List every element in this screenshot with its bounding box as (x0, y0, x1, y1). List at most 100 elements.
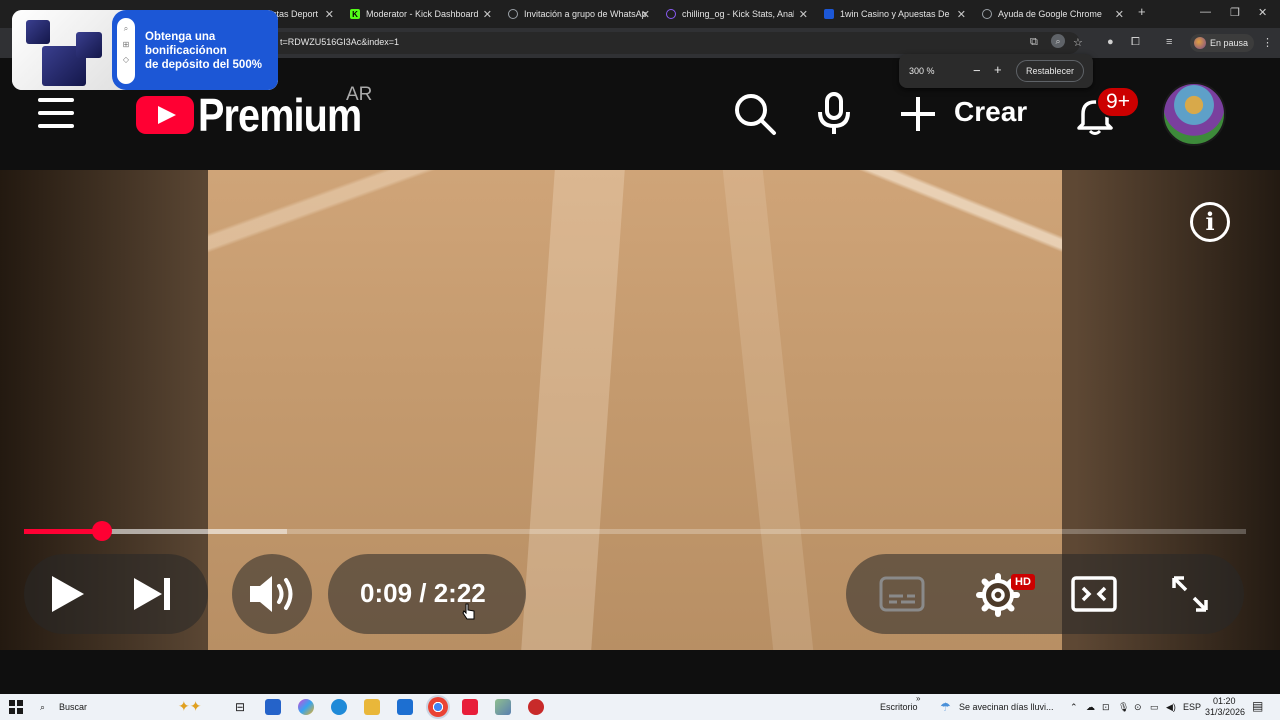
browser-tab[interactable]: stas Deport ✕ (272, 4, 334, 24)
microphone-icon[interactable] (816, 92, 852, 136)
extensions-puzzle-icon[interactable]: ⧠ (1131, 36, 1140, 49)
browser-tab[interactable]: Invitación a grupo de WhatsAp ✕ (508, 4, 650, 24)
tag-icon: ◇ (122, 55, 130, 64)
stats-favicon-icon (666, 9, 676, 19)
tray-chevron-icon[interactable]: ⌃ (1070, 702, 1078, 713)
restore-icon[interactable]: ❐ (1230, 6, 1240, 19)
tab-title: chilling_og - Kick Stats, Analytic (682, 9, 794, 19)
play-icon[interactable] (48, 574, 88, 614)
close-tab-icon[interactable]: ✕ (483, 8, 492, 21)
notifications-icon[interactable]: ▤ (1252, 699, 1263, 713)
subtitles-icon[interactable] (879, 576, 925, 612)
clock-time[interactable]: 01:20 (1213, 696, 1236, 706)
search-icon[interactable]: ⌕ (40, 702, 45, 713)
clock-date[interactable]: 31/3/2026 (1205, 707, 1245, 717)
location-icon[interactable]: ⊙ (1134, 702, 1142, 713)
windows-start-icon[interactable] (8, 699, 24, 715)
ad-line: Obtenga una (145, 31, 216, 43)
account-avatar[interactable] (1162, 82, 1226, 146)
played-bar (24, 529, 103, 534)
tray-icon[interactable]: ⊡ (1102, 702, 1110, 713)
url-text[interactable]: t=RDWZU516GI3Ac&index=1 (280, 37, 399, 47)
zoom-level: 300 % (909, 66, 935, 76)
gift-small-icon: ⊞ (122, 40, 130, 49)
chevron-icon[interactable]: » (916, 694, 920, 703)
create-button[interactable]: Crear (954, 96, 1027, 128)
plus-icon[interactable] (899, 95, 937, 133)
cloud-icon[interactable]: ☁ (1086, 702, 1095, 713)
app-icon[interactable] (495, 699, 511, 715)
progress-bar[interactable] (24, 521, 1246, 541)
browser-menu-icon[interactable]: ⋮ (1262, 36, 1273, 49)
browser-tab[interactable]: 1win Casino y Apuestas Deport ✕ (824, 4, 966, 24)
theater-mode-icon[interactable] (1071, 576, 1117, 612)
edge-browser-icon[interactable] (331, 699, 347, 715)
zoom-icon[interactable]: ⌕ (1051, 34, 1065, 48)
brand-title[interactable]: Premium (198, 88, 362, 142)
zoom-reset-button[interactable]: Restablecer (1016, 60, 1084, 82)
chrome-icon[interactable] (428, 697, 448, 717)
app-icon[interactable] (528, 699, 544, 715)
cursor-hand-icon (462, 603, 475, 620)
close-tab-icon[interactable]: ✕ (799, 8, 808, 21)
notification-badge: 9+ (1096, 86, 1140, 118)
language-indicator[interactable]: ESP (1183, 702, 1201, 712)
tab-title: stas Deport (272, 9, 319, 19)
bookmark-star-icon[interactable]: ☆ (1073, 36, 1083, 49)
globe-icon (982, 9, 992, 19)
youtube-logo-icon[interactable] (136, 96, 194, 134)
reading-list-icon[interactable]: ≡ (1166, 36, 1172, 48)
tab-title: 1win Casino y Apuestas Deport (840, 9, 950, 19)
globe-icon (508, 9, 518, 19)
windows-taskbar: ⌕ Buscar ✦✦ ⊟ Escritorio » ☂ Se avecinan… (0, 694, 1280, 720)
close-tab-icon[interactable]: ✕ (325, 8, 334, 21)
menu-icon[interactable] (38, 98, 74, 128)
volume-icon[interactable] (248, 574, 298, 614)
tab-title: Moderator - Kick Dashboard (366, 9, 479, 19)
microphone-tray-icon[interactable]: 🎙 (1118, 702, 1129, 713)
zoom-popup: 300 % − + Restablecer (899, 54, 1093, 88)
file-explorer-icon[interactable] (364, 699, 380, 715)
zoom-in-button[interactable]: + (994, 62, 1002, 77)
outlook-icon[interactable] (397, 699, 413, 715)
zoom-out-button[interactable]: − (973, 63, 981, 78)
desktop-label[interactable]: Escritorio (880, 702, 918, 712)
gift-icon (26, 20, 50, 44)
new-tab-button[interactable]: + (1138, 4, 1146, 19)
install-app-icon[interactable]: ⧉ (1030, 36, 1038, 49)
ad-banner[interactable]: ⌕ ⊞ ◇ Obtenga una bonificaciónon de depó… (12, 10, 278, 90)
casino-favicon-icon (824, 9, 834, 19)
app-icon[interactable] (462, 699, 478, 715)
store-app-icon[interactable] (265, 699, 281, 715)
task-view-icon[interactable]: ⊟ (232, 699, 248, 715)
network-icon[interactable]: ▭ (1150, 702, 1159, 713)
gift-icon (76, 32, 102, 58)
ad-text: Obtenga una bonificaciónon de depósito d… (145, 30, 275, 72)
close-tab-icon[interactable]: ✕ (641, 8, 650, 21)
speaker-icon[interactable]: ◀) (1166, 702, 1176, 713)
next-icon[interactable] (132, 576, 174, 612)
sparkle-icon: ✦✦ (178, 698, 202, 714)
browser-tab[interactable]: K Moderator - Kick Dashboard ✕ (350, 4, 492, 24)
browser-tab[interactable]: chilling_og - Kick Stats, Analytic ✕ (666, 4, 808, 24)
extension-icon[interactable]: ● (1107, 36, 1114, 48)
profile-button[interactable]: En pausa (1190, 34, 1255, 52)
browser-tab[interactable]: Ayuda de Google Chrome ✕ (982, 4, 1124, 24)
hd-badge: HD (1011, 574, 1035, 590)
close-window-icon[interactable]: ✕ (1258, 6, 1267, 19)
copilot-icon[interactable] (298, 699, 314, 715)
close-tab-icon[interactable]: ✕ (957, 8, 966, 21)
taskbar-search[interactable]: Buscar (59, 702, 87, 712)
fullscreen-icon[interactable] (1170, 574, 1210, 614)
weather-icon: ☂ (940, 700, 951, 714)
region-label: AR (346, 84, 373, 105)
search-icon[interactable] (733, 92, 777, 136)
ad-side-bar: ⌕ ⊞ ◇ (117, 18, 135, 84)
minimize-icon[interactable]: — (1200, 6, 1211, 18)
info-icon[interactable]: i (1190, 202, 1230, 242)
profile-avatar (1194, 37, 1206, 49)
tab-title: Invitación a grupo de WhatsAp (524, 9, 647, 19)
weather-text[interactable]: Se avecinan días lluvi... (959, 702, 1054, 712)
close-tab-icon[interactable]: ✕ (1115, 8, 1124, 21)
ad-line: de depósito del 500% (145, 59, 262, 71)
